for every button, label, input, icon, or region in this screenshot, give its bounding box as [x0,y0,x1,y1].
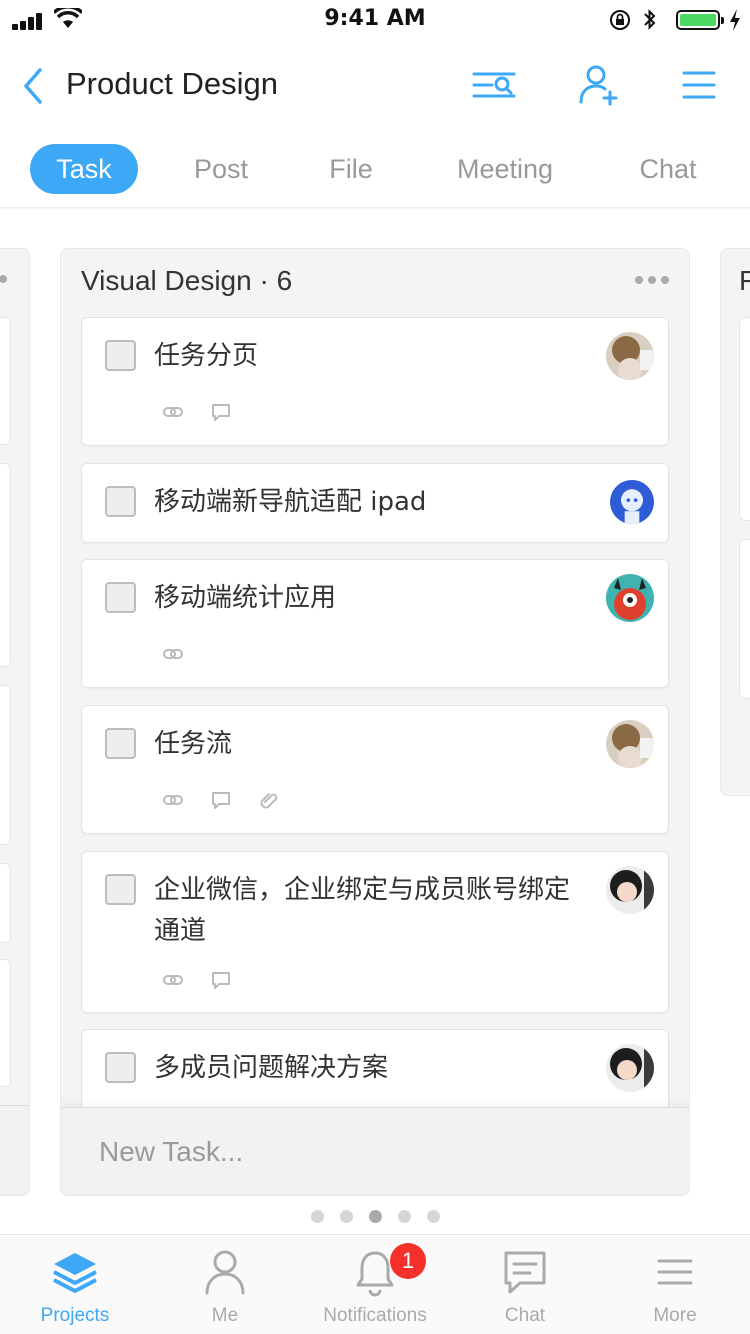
nav-label: Projects [40,1305,110,1326]
filter-search-icon[interactable] [470,62,518,108]
menu-icon[interactable] [676,62,724,108]
assignee-avatar[interactable] [606,574,654,622]
task-title: 移动端统计应用 [154,583,337,613]
task-column-visual-design: Visual Design · 6 任务分页 移动端新导航适配 ipad 移动端… [60,248,690,1196]
partial-card[interactable] [739,539,750,699]
task-card[interactable]: 任务流 [81,705,669,834]
partial-new-task[interactable] [0,1105,29,1195]
partial-card[interactable] [0,959,11,1087]
nav-label: Chat [504,1305,546,1326]
task-checkbox[interactable] [105,582,136,613]
nav-more[interactable]: More [600,1235,750,1334]
tab-meeting[interactable]: Meeting [440,144,570,194]
chat-icon [504,1251,546,1294]
comment-icon [212,792,230,809]
nav-label: Me [211,1305,239,1326]
task-checkbox[interactable] [105,728,136,759]
partial-card[interactable] [0,317,11,445]
task-card[interactable]: 任务分页 [81,317,669,446]
task-checkbox[interactable] [105,874,136,905]
next-column-title: F [739,265,750,297]
tab-post[interactable]: Post [176,144,266,194]
charging-icon [730,9,740,31]
status-bar: 9:41 AM [0,0,750,40]
tab-file[interactable]: File [312,144,390,194]
bottom-tab-bar: Projects Me Notifications 1 Chat More [0,1234,750,1334]
menu-icon [657,1259,693,1285]
layers-icon [53,1253,97,1293]
assignee-avatar[interactable] [606,1044,654,1092]
next-column[interactable]: F [720,248,750,796]
task-card[interactable]: 移动端统计应用 [81,559,669,688]
navigation-header: Product Design [0,48,750,124]
notification-badge: 1 [390,1243,426,1279]
link-icon [163,975,183,985]
comment-icon [212,404,230,421]
nav-chat[interactable]: Chat [450,1235,600,1334]
page-indicator [0,1208,750,1223]
nav-projects[interactable]: Projects [0,1235,150,1334]
partial-card[interactable] [0,863,11,943]
task-checkbox[interactable] [105,486,136,517]
page-dot[interactable] [339,1210,353,1223]
nav-label: Notifications [323,1305,427,1326]
task-title: 任务流 [154,729,233,759]
task-title: 多成员问题解决方案 [154,1053,389,1083]
task-checkbox[interactable] [105,1052,136,1083]
tab-chat[interactable]: Chat [624,144,712,194]
status-time: 9:41 AM [324,6,426,31]
new-task-bar [61,1107,689,1195]
column-title: Visual Design · 6 [81,265,293,296]
task-title: 企业微信，企业绑定与成员账号绑定通道 [154,875,571,946]
link-icon [163,795,183,805]
nav-label: More [653,1305,697,1326]
bluetooth-icon [644,9,656,30]
page-title: Product Design [66,66,278,101]
link-icon [163,649,183,659]
rotation-lock-icon [610,10,630,30]
task-title: 移动端新导航适配 ipad [154,487,427,517]
tab-task[interactable]: Task [30,144,138,194]
assignee-avatar[interactable] [610,480,654,524]
task-checkbox[interactable] [105,340,136,371]
new-task-input[interactable] [99,1136,639,1168]
comment-icon [212,972,230,989]
assignee-avatar[interactable] [606,866,654,914]
battery-icon [676,10,724,30]
partial-card[interactable] [0,463,11,667]
page-dot[interactable] [310,1210,324,1223]
task-card[interactable]: 移动端新导航适配 ipad [81,463,669,543]
assignee-avatar[interactable] [606,720,654,768]
task-board: Visual Design · 6 任务分页 移动端新导航适配 ipad 移动端… [0,210,750,1234]
page-dot[interactable] [397,1210,411,1223]
previous-column[interactable] [0,248,30,1196]
section-tabs: Task Post File Meeting Chat [0,140,750,200]
page-dot-active[interactable] [368,1210,382,1223]
nav-notifications[interactable]: Notifications [300,1235,450,1334]
partial-card[interactable] [739,317,750,521]
attachment-icon [260,793,278,809]
partial-card[interactable] [0,685,11,845]
more-horizontal-icon[interactable] [635,273,669,285]
add-user-icon[interactable] [574,62,622,108]
chevron-left-icon[interactable] [18,66,48,106]
page-dot[interactable] [426,1210,440,1223]
link-icon [163,407,183,417]
nav-me[interactable]: Me [150,1235,300,1334]
user-icon [205,1250,245,1295]
task-card[interactable]: 企业微信，企业绑定与成员账号绑定通道 [81,851,669,1013]
task-title: 任务分页 [154,341,259,371]
more-dot-icon [0,275,7,283]
assignee-avatar[interactable] [606,332,654,380]
